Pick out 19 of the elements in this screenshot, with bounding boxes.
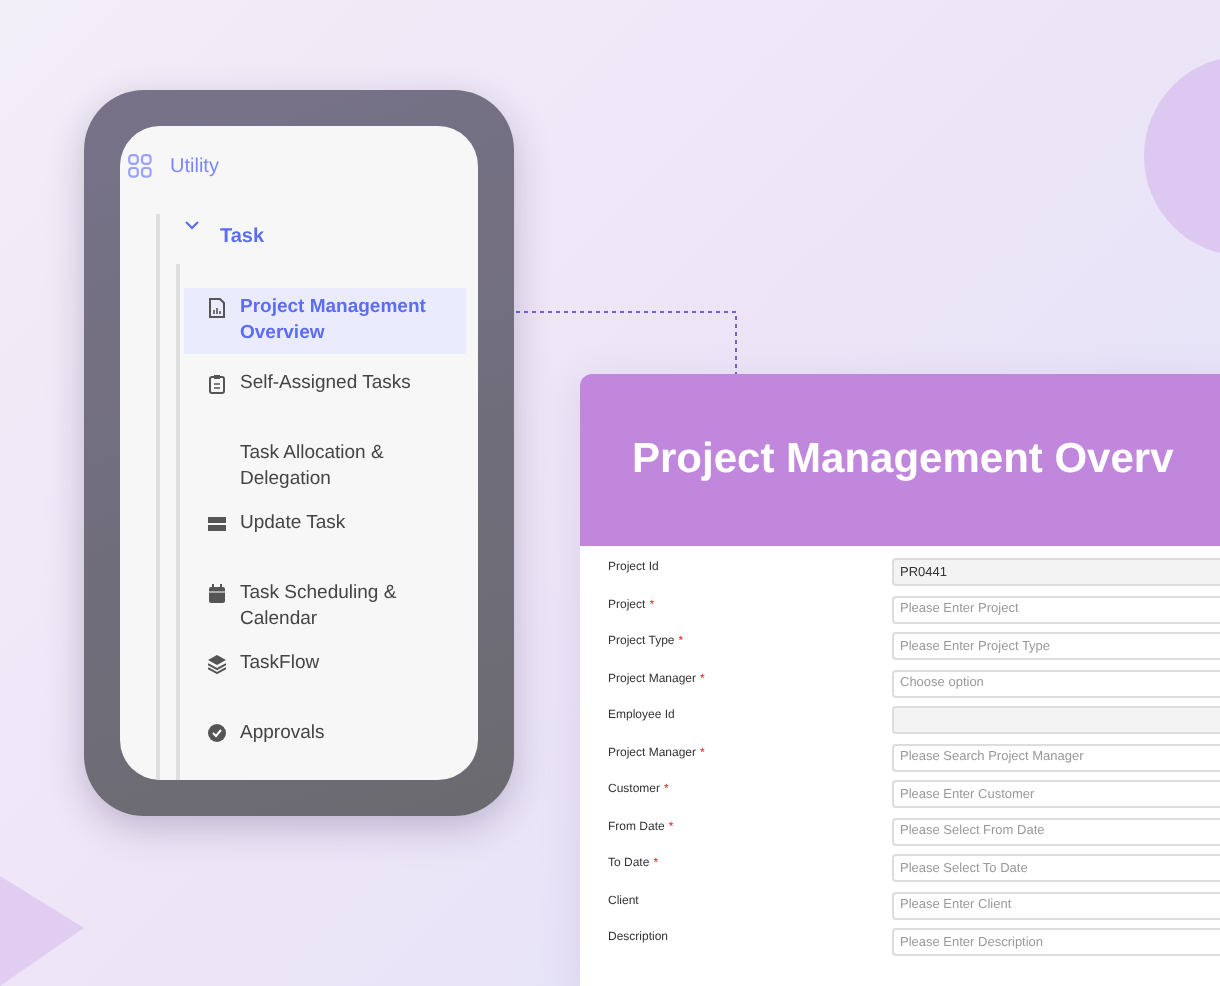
chevron-icon[interactable] [184,220,200,232]
menu-item[interactable]: Task Scheduling & Calendar [184,574,466,640]
section-label: Utility [170,155,219,177]
page-title: Project Management Overv [632,436,1174,484]
menu-item[interactable]: Project Management Overview [184,288,466,354]
decorative-triangle [0,876,84,986]
menu-item[interactable]: Task Allocation & Delegation [184,434,466,500]
check-circle-icon [208,724,226,744]
group-label[interactable]: Task [220,226,265,248]
menu-item[interactable]: TaskFlow [184,644,466,710]
menu-item[interactable]: Self-Assigned Tasks [184,364,466,430]
grid-icon [128,154,152,178]
clipboard-icon [208,374,226,394]
server-icon [208,514,226,534]
layers-icon [208,654,226,674]
menu-item[interactable]: Approvals [184,714,466,780]
document-icon [208,298,226,318]
calendar-icon [208,584,226,604]
menu-item[interactable]: Update Task [184,504,466,570]
